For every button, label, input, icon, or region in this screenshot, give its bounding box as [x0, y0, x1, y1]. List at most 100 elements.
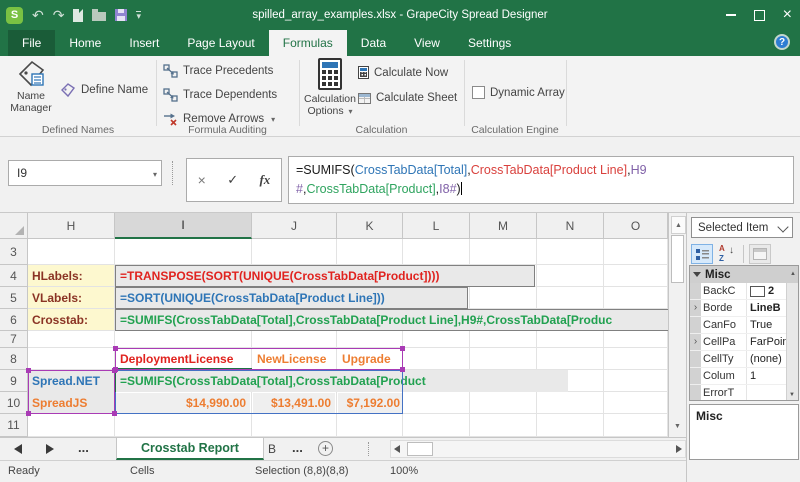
grid-cell[interactable] [115, 414, 252, 437]
save-icon[interactable] [115, 9, 127, 21]
grid-cell[interactable] [337, 414, 403, 437]
name-manager-button[interactable]: Name Manager [4, 58, 58, 124]
row-header-8[interactable]: 8 [0, 348, 28, 370]
grid-cell[interactable] [337, 239, 403, 265]
grid-cell[interactable] [252, 331, 337, 348]
cell-I6-formula[interactable]: =SUMIFS(CrossTabData[Total],CrossTabData… [115, 309, 668, 331]
tab-page-layout[interactable]: Page Layout [173, 30, 268, 56]
sheet-tab-crosstab-report[interactable]: Crosstab Report [116, 438, 264, 460]
grid-cell[interactable] [604, 348, 668, 370]
horizontal-scrollbar[interactable] [390, 440, 686, 458]
calculation-options-button[interactable]: Calculation Options ▾ [303, 58, 357, 124]
column-header-H[interactable]: H [28, 213, 115, 239]
categorized-view-button[interactable] [691, 244, 713, 264]
trace-precedents-button[interactable]: Trace Precedents [163, 64, 273, 78]
define-name-button[interactable]: Define Name [60, 82, 148, 98]
minimize-button[interactable] [726, 14, 736, 16]
calculate-sheet-button[interactable]: Calculate Sheet [358, 92, 457, 104]
grid-cell[interactable] [403, 392, 470, 414]
tab-formulas[interactable]: Formulas [269, 30, 347, 56]
name-box-dropdown-icon[interactable]: ▾ [153, 170, 157, 179]
select-all-corner[interactable] [0, 213, 28, 239]
status-zoom[interactable]: 100% [390, 465, 418, 477]
row-header-5[interactable]: 5 [0, 287, 28, 309]
grid-cell[interactable] [470, 287, 537, 309]
grid-cell[interactable] [537, 414, 604, 437]
grid-cell[interactable] [604, 287, 668, 309]
scroll-down-icon[interactable]: ▼ [671, 418, 684, 434]
grid-cell[interactable] [115, 239, 252, 265]
formula-input[interactable]: =SUMIFS(CrossTabData[Total],CrossTabData… [288, 156, 794, 204]
row-header-6[interactable]: 6 [0, 309, 28, 331]
grid-cell[interactable] [403, 331, 470, 348]
cancel-formula-button[interactable]: × [198, 172, 206, 188]
cell-K8[interactable]: Upgrade [339, 349, 401, 369]
insert-function-button[interactable]: fx [259, 172, 270, 188]
column-header-O[interactable]: O [604, 213, 668, 239]
cell-I8[interactable]: DeploymentLicense [117, 349, 250, 369]
scroll-up-icon[interactable]: ▲ [790, 271, 796, 277]
cell-J8[interactable]: NewLicense [254, 349, 335, 369]
sheet-tab-partial[interactable]: B [268, 442, 276, 456]
horizontal-scrollbar-thumb[interactable] [407, 442, 433, 456]
scroll-up-icon[interactable]: ▲ [671, 216, 686, 234]
property-row[interactable]: CellTy(none) [690, 351, 798, 368]
column-header-L[interactable]: L [403, 213, 470, 239]
scroll-right-icon[interactable] [676, 445, 682, 453]
cell-H4[interactable]: HLabels: [28, 265, 115, 287]
grid-cell[interactable] [252, 239, 337, 265]
tab-settings[interactable]: Settings [454, 30, 525, 56]
trace-dependents-button[interactable]: Trace Dependents [163, 88, 277, 102]
undo-icon[interactable]: ↶ [32, 8, 44, 22]
redo-icon[interactable]: ↷ [53, 8, 65, 22]
grid-cell[interactable] [537, 331, 604, 348]
grid-cell[interactable] [252, 414, 337, 437]
tab-file[interactable]: File [8, 30, 55, 56]
collapse-icon[interactable] [693, 272, 701, 277]
cell-I9-editing-formula[interactable]: =SUMIFS(CrossTabData[Total],CrossTabData… [116, 370, 568, 392]
add-sheet-button[interactable]: + [318, 441, 333, 456]
column-header-K[interactable]: K [337, 213, 403, 239]
grid-cell[interactable] [604, 239, 668, 265]
sheet-tabs-overflow-left[interactable]: ... [78, 440, 89, 455]
grid-cell[interactable] [604, 331, 668, 348]
grid-cell[interactable] [28, 239, 115, 265]
grid-cell[interactable] [403, 239, 470, 265]
alphabetical-sort-button[interactable]: AZ↓ [716, 244, 738, 264]
grid-cell[interactable] [403, 414, 470, 437]
property-pages-button[interactable] [749, 244, 771, 264]
row-header-4[interactable]: 4 [0, 265, 28, 287]
dynamic-array-checkbox[interactable]: Dynamic Array [472, 86, 565, 99]
property-row[interactable]: CanFoTrue [690, 317, 798, 334]
tab-home[interactable]: Home [55, 30, 115, 56]
row-header-3[interactable]: 3 [0, 239, 28, 265]
grid-cell[interactable] [28, 348, 115, 370]
cell-I4-formula[interactable]: =TRANSPOSE(SORT(UNIQUE(CrossTabData[Prod… [115, 265, 535, 287]
grid-cell[interactable] [604, 414, 668, 437]
vertical-scrollbar-thumb[interactable] [671, 235, 684, 283]
grid-cell[interactable] [604, 370, 668, 392]
tab-view[interactable]: View [400, 30, 454, 56]
column-header-J[interactable]: J [252, 213, 337, 239]
grid-cell[interactable] [537, 239, 604, 265]
scroll-down-icon[interactable]: ▼ [789, 392, 795, 398]
tab-data[interactable]: Data [347, 30, 400, 56]
column-header-I[interactable]: I [115, 213, 252, 239]
grid-cell[interactable] [470, 348, 537, 370]
grid-cell[interactable] [604, 392, 668, 414]
property-category-row[interactable]: Misc ▲ [690, 266, 798, 283]
row-header-9[interactable]: 9 [0, 370, 28, 392]
row-header-10[interactable]: 10 [0, 392, 28, 414]
grid-cell[interactable] [604, 265, 668, 287]
grid-cell[interactable] [115, 331, 252, 348]
grid-cell[interactable] [403, 348, 470, 370]
sheet-tabs-overflow-right[interactable]: ... [292, 440, 303, 455]
column-header-N[interactable]: N [537, 213, 604, 239]
grid-cell[interactable] [537, 287, 604, 309]
open-file-icon[interactable] [92, 12, 106, 21]
expand-icon[interactable]: › [690, 334, 701, 350]
cell-H9[interactable]: Spread.NET [29, 370, 115, 392]
tab-insert[interactable]: Insert [115, 30, 173, 56]
property-row[interactable]: ›BordeLineB [690, 300, 798, 317]
row-header-7[interactable]: 7 [0, 331, 28, 348]
